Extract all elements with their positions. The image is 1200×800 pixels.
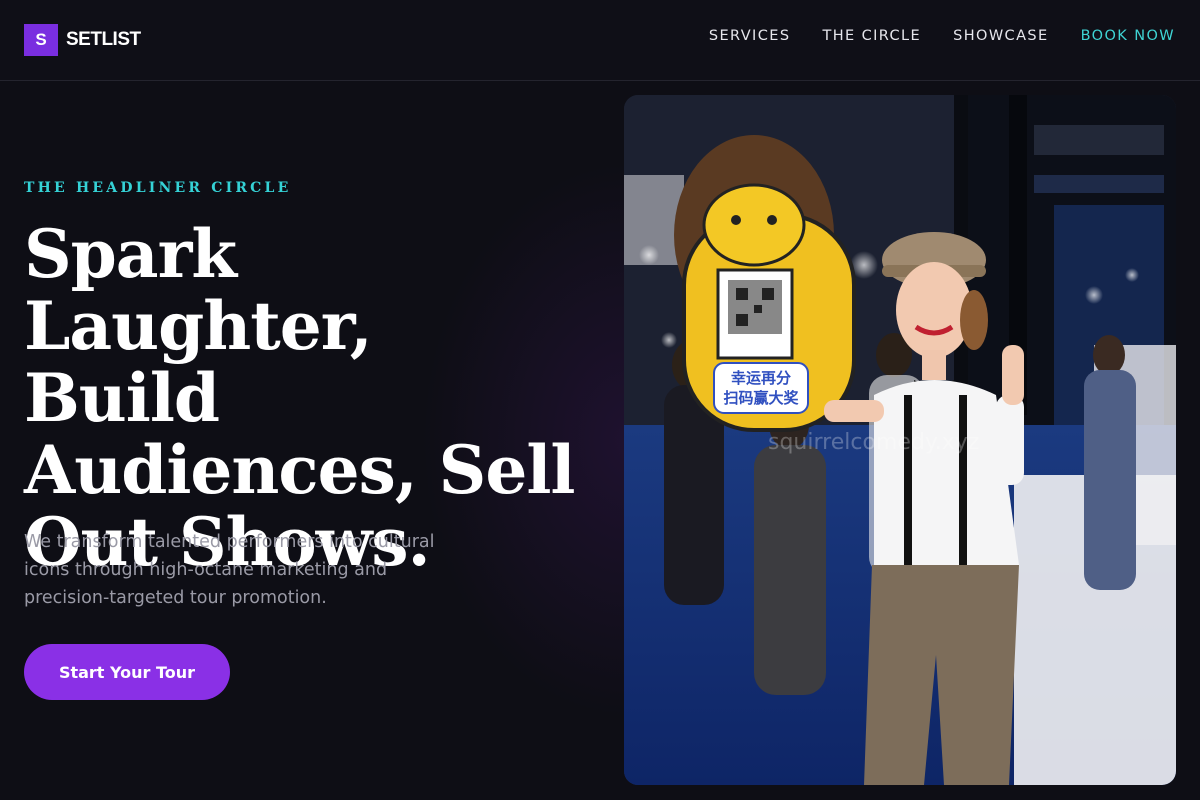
nav-link-services[interactable]: SERVICES xyxy=(709,28,791,44)
hero-eyebrow: THE HEADLINER CIRCLE xyxy=(24,180,292,196)
hero-subtext: We transform talented performers into cu… xyxy=(24,532,435,608)
main-nav: SERVICES THE CIRCLE SHOWCASE BOOK NOW xyxy=(677,28,1175,44)
nav-link-the-circle[interactable]: THE CIRCLE xyxy=(822,28,921,44)
logo[interactable]: S SETLIST xyxy=(24,24,141,56)
sign-text-line1: 幸运再分 xyxy=(731,369,791,387)
sign-text-line2: 扫码赢大奖 xyxy=(723,389,799,407)
hero-photo: 幸运再分 扫码赢大奖 squirrelcomedy.xyz xyxy=(624,95,1176,785)
nav-link-showcase[interactable]: SHOWCASE xyxy=(953,28,1048,44)
hero-headline: Spark Laughter, Build Audiences, Sell Ou… xyxy=(24,215,575,581)
nav-link-book-now[interactable]: BOOK NOW xyxy=(1081,28,1175,44)
start-tour-button[interactable]: Start Your Tour xyxy=(24,644,230,700)
site-header: S SETLIST SERVICES THE CIRCLE SHOWCASE B… xyxy=(0,0,1200,81)
logo-mark: S xyxy=(24,24,58,56)
logo-text: SETLIST xyxy=(66,29,141,50)
photo-watermark: squirrelcomedy.xyz xyxy=(768,430,980,455)
